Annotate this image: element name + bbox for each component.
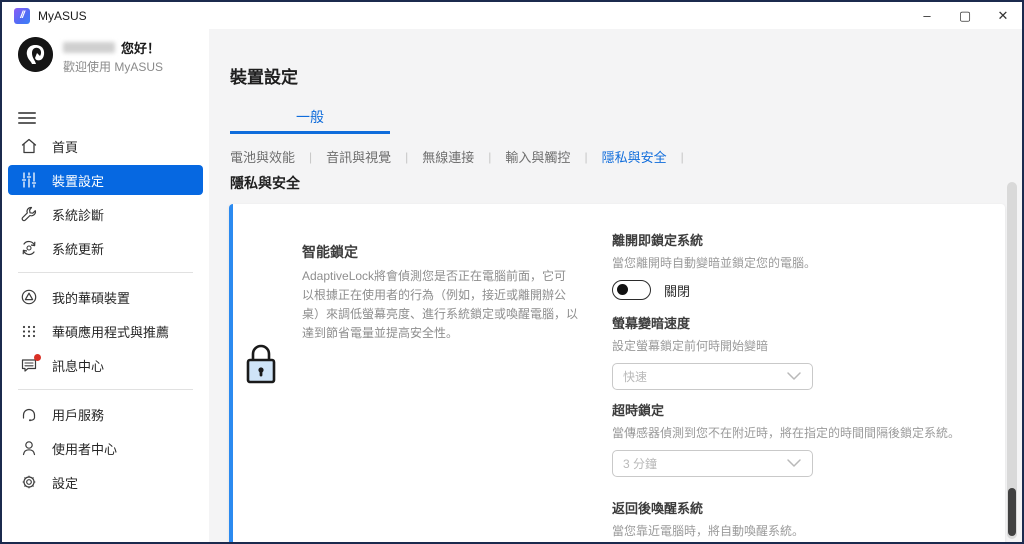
sidebar-item-label: 用戶服務 xyxy=(52,405,104,424)
headset-icon xyxy=(19,405,38,424)
subtab-privacy-security[interactable]: 隱私與安全 xyxy=(602,147,667,166)
subtab-separator: | xyxy=(309,150,312,164)
sidebar-item-label: 系統更新 xyxy=(52,239,104,258)
notification-badge xyxy=(34,354,41,361)
avatar xyxy=(18,37,53,72)
lock-on-leave-toggle[interactable] xyxy=(612,280,651,300)
setting-desc-timeout-lock: 當傳感器偵測到您不在附近時，將在指定的時間間隔後鎖定系統。 xyxy=(612,424,982,441)
setting-desc-lock-on-leave: 當您離開時自動變暗並鎖定您的電腦。 xyxy=(612,254,982,271)
sliders-icon xyxy=(19,171,38,190)
sidebar-item-label: 華碩應用程式與推薦 xyxy=(52,322,169,341)
subtab-separator: | xyxy=(405,150,408,164)
chevron-down-icon xyxy=(786,455,802,473)
user-icon xyxy=(19,439,38,458)
wrench-icon xyxy=(19,205,38,224)
sidebar-nav: 首頁 裝置設定 系統診斷 xyxy=(8,131,203,501)
system-update-icon xyxy=(19,239,38,258)
sidebar-item-user-center[interactable]: 使用者中心 xyxy=(8,433,203,463)
subtab-separator: | xyxy=(681,150,684,164)
sidebar-item-system-update[interactable]: 系統更新 xyxy=(8,233,203,263)
myasus-logo-icon: // xyxy=(14,8,30,24)
feature-title: 智能鎖定 xyxy=(302,242,358,262)
sidebar-item-device-settings[interactable]: 裝置設定 xyxy=(8,165,203,195)
setting-title-timeout-lock: 超時鎖定 xyxy=(612,400,982,419)
myasus-window: // MyASUS – ▢ ✕ 您好！ xyxy=(0,0,1024,544)
page-title: 裝置設定 xyxy=(230,63,298,88)
asus-device-icon xyxy=(19,288,38,307)
sidebar-item-asus-apps[interactable]: 華碩應用程式與推薦 xyxy=(8,316,203,346)
sidebar-divider xyxy=(18,272,193,273)
setting-title-dim-speed: 螢幕變暗速度 xyxy=(612,313,982,332)
tab-general[interactable]: 一般 xyxy=(230,107,390,134)
subtab-wireless[interactable]: 無線連接 xyxy=(422,147,474,166)
section-title: 隱私與安全 xyxy=(230,173,300,193)
maximize-button[interactable]: ▢ xyxy=(946,2,984,29)
title-bar: // MyASUS – ▢ ✕ xyxy=(2,2,1022,29)
setting-title-lock-on-leave: 離開即鎖定系統 xyxy=(612,230,982,249)
lock-icon xyxy=(244,344,278,393)
timeout-lock-value: 3 分鐘 xyxy=(623,455,786,472)
sidebar-item-settings[interactable]: 設定 xyxy=(8,467,203,497)
gear-icon xyxy=(19,473,38,492)
settings-column: 離開即鎖定系統 當您離開時自動變暗並鎖定您的電腦。 關閉 螢幕變暗速度 設定螢幕… xyxy=(612,230,982,542)
subtab-audio-visual[interactable]: 音訊與視覺 xyxy=(326,147,391,166)
close-button[interactable]: ✕ xyxy=(984,2,1022,29)
sidebar-item-label: 首頁 xyxy=(52,137,78,156)
card-accent-bar xyxy=(229,204,233,542)
sidebar-divider xyxy=(18,389,193,390)
adaptive-lock-card: 智能鎖定 AdaptiveLock將會偵測您是否正在電腦前面，它可以根據正在使用… xyxy=(229,204,1005,542)
subtab-separator: | xyxy=(488,150,491,164)
sidebar-item-my-asus-devices[interactable]: 我的華碩裝置 xyxy=(8,282,203,312)
user-name-redacted xyxy=(63,42,115,53)
subtab-battery-performance[interactable]: 電池與效能 xyxy=(230,147,295,166)
sidebar-item-label: 使用者中心 xyxy=(52,439,117,458)
sidebar-item-label: 設定 xyxy=(52,473,78,492)
sidebar-item-label: 訊息中心 xyxy=(52,356,104,375)
main-content: 裝置設定 一般 電池與效能 | 音訊與視覺 | 無線連接 | 輸入與觸控 | 隱… xyxy=(209,29,1022,542)
message-icon xyxy=(19,356,38,375)
apps-grid-icon xyxy=(19,322,38,341)
sidebar-item-label: 裝置設定 xyxy=(52,171,104,190)
sidebar-item-home[interactable]: 首頁 xyxy=(8,131,203,161)
timeout-lock-select[interactable]: 3 分鐘 xyxy=(612,450,813,477)
sidebar-item-label: 系統診斷 xyxy=(52,205,104,224)
sidebar-item-label: 我的華碩裝置 xyxy=(52,288,130,307)
sidebar: 您好！ 歡迎使用 MyASUS 首頁 xyxy=(2,29,209,542)
feature-description: AdaptiveLock將會偵測您是否正在電腦前面，它可以根據正在使用者的行為（… xyxy=(302,267,578,343)
subtab-bar: 電池與效能 | 音訊與視覺 | 無線連接 | 輸入與觸控 | 隱私與安全 | xyxy=(230,147,698,166)
menu-toggle-icon[interactable] xyxy=(18,109,36,127)
scrollbar-track[interactable] xyxy=(1007,182,1017,539)
setting-title-wake-on-return: 返回後喚醒系統 xyxy=(612,498,982,517)
greeting-text: 您好！ xyxy=(121,38,160,57)
toggle-state-label: 關閉 xyxy=(664,281,690,300)
chevron-down-icon xyxy=(786,368,802,386)
dim-speed-value: 快速 xyxy=(623,368,786,385)
user-profile[interactable]: 您好！ 歡迎使用 MyASUS xyxy=(18,37,163,75)
sidebar-item-system-diagnosis[interactable]: 系統診斷 xyxy=(8,199,203,229)
subtab-separator: | xyxy=(584,150,587,164)
dim-speed-select[interactable]: 快速 xyxy=(612,363,813,390)
welcome-text: 歡迎使用 MyASUS xyxy=(63,58,163,75)
sidebar-item-customer-service[interactable]: 用戶服務 xyxy=(8,399,203,429)
scrollbar-thumb[interactable] xyxy=(1008,488,1016,536)
subtab-input-touch[interactable]: 輸入與觸控 xyxy=(505,147,570,166)
app-title: MyASUS xyxy=(38,9,87,23)
setting-desc-dim-speed: 設定螢幕鎖定前何時開始變暗 xyxy=(612,337,982,354)
sidebar-item-message-center[interactable]: 訊息中心 xyxy=(8,350,203,380)
home-icon xyxy=(19,137,38,156)
setting-desc-wake-on-return: 當您靠近電腦時，將自動喚醒系統。 xyxy=(612,522,982,539)
minimize-button[interactable]: – xyxy=(908,2,946,29)
